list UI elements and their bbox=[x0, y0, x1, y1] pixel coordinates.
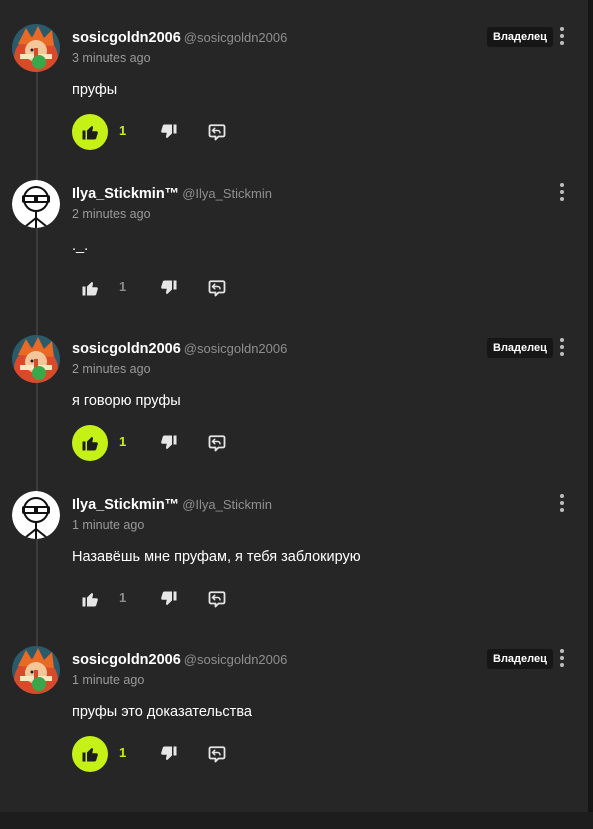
like-count: 1 bbox=[119, 590, 127, 605]
username-text[interactable]: sosicgoldn2006 bbox=[72, 30, 181, 46]
thumbs-down-icon bbox=[161, 591, 177, 605]
like-button[interactable] bbox=[72, 425, 108, 461]
like-button[interactable] bbox=[72, 736, 108, 772]
like-count: 1 bbox=[119, 279, 127, 294]
more-options-button[interactable] bbox=[552, 180, 572, 204]
avatar[interactable] bbox=[12, 180, 60, 228]
avatar[interactable] bbox=[12, 335, 60, 383]
username[interactable]: sosicgoldn2006 @sosicgoldn2006 bbox=[72, 652, 287, 668]
reply-button[interactable] bbox=[208, 590, 226, 608]
dislike-button[interactable] bbox=[160, 279, 178, 297]
timestamp: 2 minutes ago bbox=[72, 362, 151, 376]
reply-icon bbox=[208, 124, 226, 141]
thumbs-down-icon bbox=[161, 280, 177, 294]
comment: sosicgoldn2006 @sosicgoldn2006 3 minutes … bbox=[0, 24, 588, 174]
comment-text: пруфы это доказательства bbox=[72, 704, 252, 720]
thumbs-down-icon bbox=[161, 124, 177, 138]
like-button[interactable] bbox=[72, 114, 108, 150]
comment-text: я говорю пруфы bbox=[72, 393, 181, 409]
user-handle: @sosicgoldn2006 bbox=[183, 652, 288, 667]
username-text[interactable]: sosicgoldn2006 bbox=[72, 652, 181, 668]
like-count: 1 bbox=[119, 745, 127, 760]
kebab-menu-icon bbox=[560, 27, 564, 45]
username-text[interactable]: sosicgoldn2006 bbox=[72, 341, 181, 357]
reply-icon bbox=[208, 591, 226, 608]
user-handle: @Ilya_Stickmin bbox=[182, 186, 272, 201]
username-text[interactable]: Ilya_Stickmin™ bbox=[72, 186, 179, 202]
owner-badge: Владелец bbox=[487, 27, 553, 47]
timestamp: 2 minutes ago bbox=[72, 207, 151, 221]
more-options-button[interactable] bbox=[552, 335, 572, 359]
avatar[interactable] bbox=[12, 646, 60, 694]
username[interactable]: sosicgoldn2006 @sosicgoldn2006 bbox=[72, 30, 287, 46]
user-handle: @Ilya_Stickmin bbox=[182, 497, 272, 512]
username-text[interactable]: Ilya_Stickmin™ bbox=[72, 497, 179, 513]
window-edge bbox=[588, 0, 593, 829]
username[interactable]: Ilya_Stickmin™ @Ilya_Stickmin bbox=[72, 186, 272, 202]
reply-button[interactable] bbox=[208, 745, 226, 763]
timestamp: 1 minute ago bbox=[72, 518, 145, 532]
more-options-button[interactable] bbox=[552, 491, 572, 515]
timestamp: 1 minute ago bbox=[72, 673, 145, 687]
reply-button[interactable] bbox=[208, 279, 226, 297]
thumbs-up-icon bbox=[82, 282, 98, 296]
kebab-menu-icon bbox=[560, 649, 564, 667]
user-handle: @sosicgoldn2006 bbox=[183, 341, 288, 356]
owner-badge: Владелец bbox=[487, 338, 553, 358]
timestamp: 3 minutes ago bbox=[72, 51, 151, 65]
reply-button[interactable] bbox=[208, 123, 226, 141]
like-count: 1 bbox=[119, 434, 127, 449]
dislike-button[interactable] bbox=[160, 745, 178, 763]
thumbs-up-icon bbox=[82, 437, 98, 451]
thumbs-up-icon bbox=[82, 126, 98, 140]
comment-text: пруфы bbox=[72, 82, 118, 98]
comment: Ilya_Stickmin™ @Ilya_Stickmin 1 minute ag… bbox=[0, 491, 588, 641]
kebab-menu-icon bbox=[560, 494, 564, 512]
like-button[interactable] bbox=[72, 270, 108, 306]
avatar[interactable] bbox=[12, 491, 60, 539]
thumbs-up-icon bbox=[82, 593, 98, 607]
like-button[interactable] bbox=[72, 581, 108, 617]
bottom-strip bbox=[0, 812, 593, 829]
kebab-menu-icon bbox=[560, 338, 564, 356]
comment: Ilya_Stickmin™ @Ilya_Stickmin 2 minutes a… bbox=[0, 180, 588, 330]
like-count: 1 bbox=[119, 123, 127, 138]
user-handle: @sosicgoldn2006 bbox=[183, 30, 288, 45]
reply-icon bbox=[208, 280, 226, 297]
thumbs-down-icon bbox=[161, 435, 177, 449]
comment-text: Назавёшь мне пруфам, я тебя заблокирую bbox=[72, 549, 361, 565]
reply-button[interactable] bbox=[208, 434, 226, 452]
kebab-menu-icon bbox=[560, 183, 564, 201]
dislike-button[interactable] bbox=[160, 590, 178, 608]
reply-icon bbox=[208, 746, 226, 763]
owner-badge: Владелец bbox=[487, 649, 553, 669]
reply-icon bbox=[208, 435, 226, 452]
username[interactable]: Ilya_Stickmin™ @Ilya_Stickmin bbox=[72, 497, 272, 513]
comment-text: ._. bbox=[72, 238, 89, 254]
dislike-button[interactable] bbox=[160, 123, 178, 141]
avatar[interactable] bbox=[12, 24, 60, 72]
thumbs-up-icon bbox=[82, 748, 98, 762]
thumbs-down-icon bbox=[161, 746, 177, 760]
comment-thread-panel: sosicgoldn2006 @sosicgoldn2006 3 minutes … bbox=[0, 0, 588, 812]
more-options-button[interactable] bbox=[552, 24, 572, 48]
comment: sosicgoldn2006 @sosicgoldn2006 2 minutes … bbox=[0, 335, 588, 485]
dislike-button[interactable] bbox=[160, 434, 178, 452]
comment: sosicgoldn2006 @sosicgoldn2006 1 minute a… bbox=[0, 646, 588, 796]
username[interactable]: sosicgoldn2006 @sosicgoldn2006 bbox=[72, 341, 287, 357]
more-options-button[interactable] bbox=[552, 646, 572, 670]
